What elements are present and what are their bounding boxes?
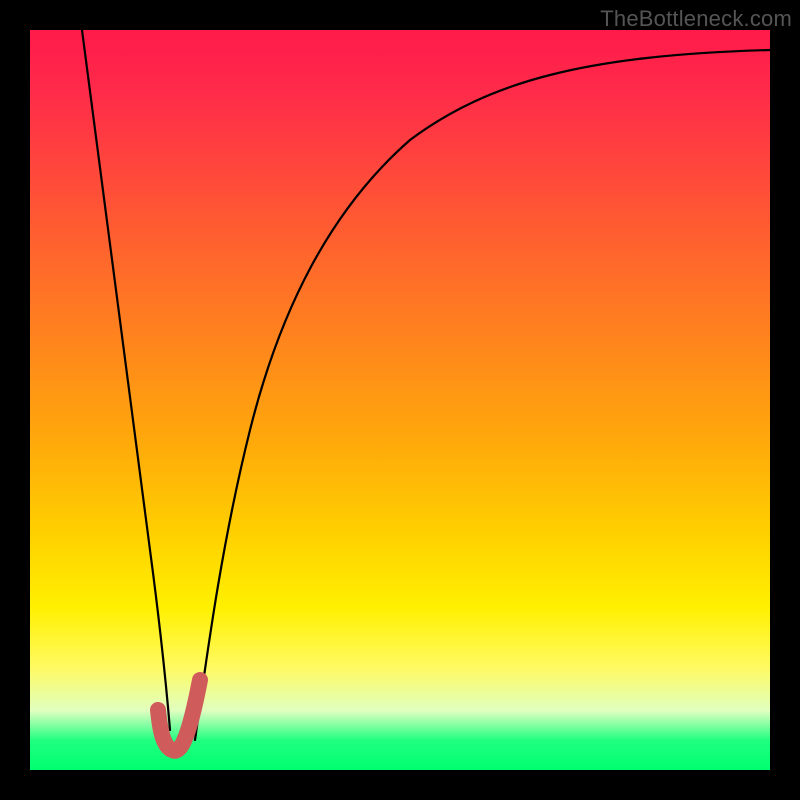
plot-area bbox=[30, 30, 770, 770]
curve-right bbox=[195, 50, 770, 740]
chart-frame: TheBottleneck.com bbox=[0, 0, 800, 800]
valley-tick bbox=[158, 680, 200, 751]
watermark-text: TheBottleneck.com bbox=[600, 6, 792, 32]
curve-left bbox=[82, 30, 170, 730]
curves-layer bbox=[30, 30, 770, 770]
